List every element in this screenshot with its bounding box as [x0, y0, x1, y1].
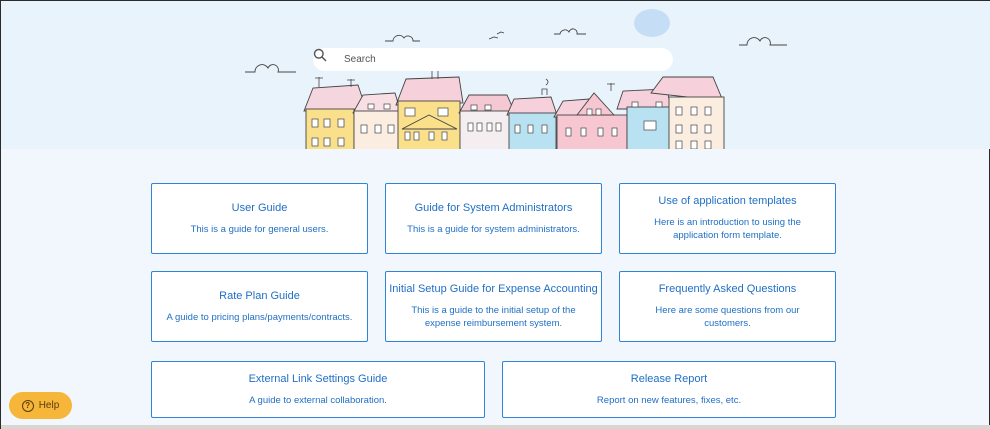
search-input[interactable]: [344, 54, 644, 65]
card-external-link-guide[interactable]: External Link Settings Guide A guide to …: [151, 361, 485, 418]
card-description: This is a guide for system administrator…: [407, 223, 580, 235]
help-button[interactable]: ? Help: [9, 392, 72, 419]
bottom-scroll-edge: [1, 425, 990, 429]
card-admin-guide[interactable]: Guide for System Administrators This is …: [385, 183, 602, 254]
hero-banner: [1, 1, 990, 149]
search-bar[interactable]: [313, 48, 673, 71]
card-title: Use of application templates: [658, 195, 797, 207]
card-title: Initial Setup Guide for Expense Accounti…: [389, 283, 598, 295]
card-description: Here are some questions from our custome…: [655, 305, 800, 329]
help-label: Help: [38, 400, 60, 411]
card-description: Report on new features, fixes, etc.: [596, 394, 742, 406]
card-description: A guide to pricing plans/payments/contra…: [166, 311, 353, 323]
card-title: Guide for System Administrators: [414, 201, 573, 214]
card-title: Rate Plan Guide: [219, 289, 300, 302]
card-description: This is a guide for general users.: [190, 223, 329, 235]
card-release-report[interactable]: Release Report Report on new features, f…: [502, 361, 836, 418]
card-title: Frequently Asked Questions: [658, 283, 797, 295]
card-title: External Link Settings Guide: [248, 372, 388, 385]
card-application-templates[interactable]: Use of application templates Here is an …: [619, 183, 836, 254]
card-description: A guide to external collaboration.: [249, 394, 387, 406]
town-illustration: [245, 9, 787, 149]
card-description: Here is an introduction to using the app…: [654, 217, 801, 241]
card-title: Release Report: [630, 372, 708, 385]
card-user-guide[interactable]: User Guide This is a guide for general u…: [151, 183, 368, 254]
card-faq[interactable]: Frequently Asked Questions Here are some…: [619, 271, 836, 342]
search-icon: [313, 48, 336, 67]
card-expense-setup-guide[interactable]: Initial Setup Guide for Expense Accounti…: [385, 271, 602, 342]
card-title: User Guide: [231, 201, 288, 214]
card-description: This is a guide to the initial setup of …: [411, 305, 576, 329]
question-icon: ?: [21, 399, 34, 412]
card-rate-plan-guide[interactable]: Rate Plan Guide A guide to pricing plans…: [151, 271, 368, 342]
